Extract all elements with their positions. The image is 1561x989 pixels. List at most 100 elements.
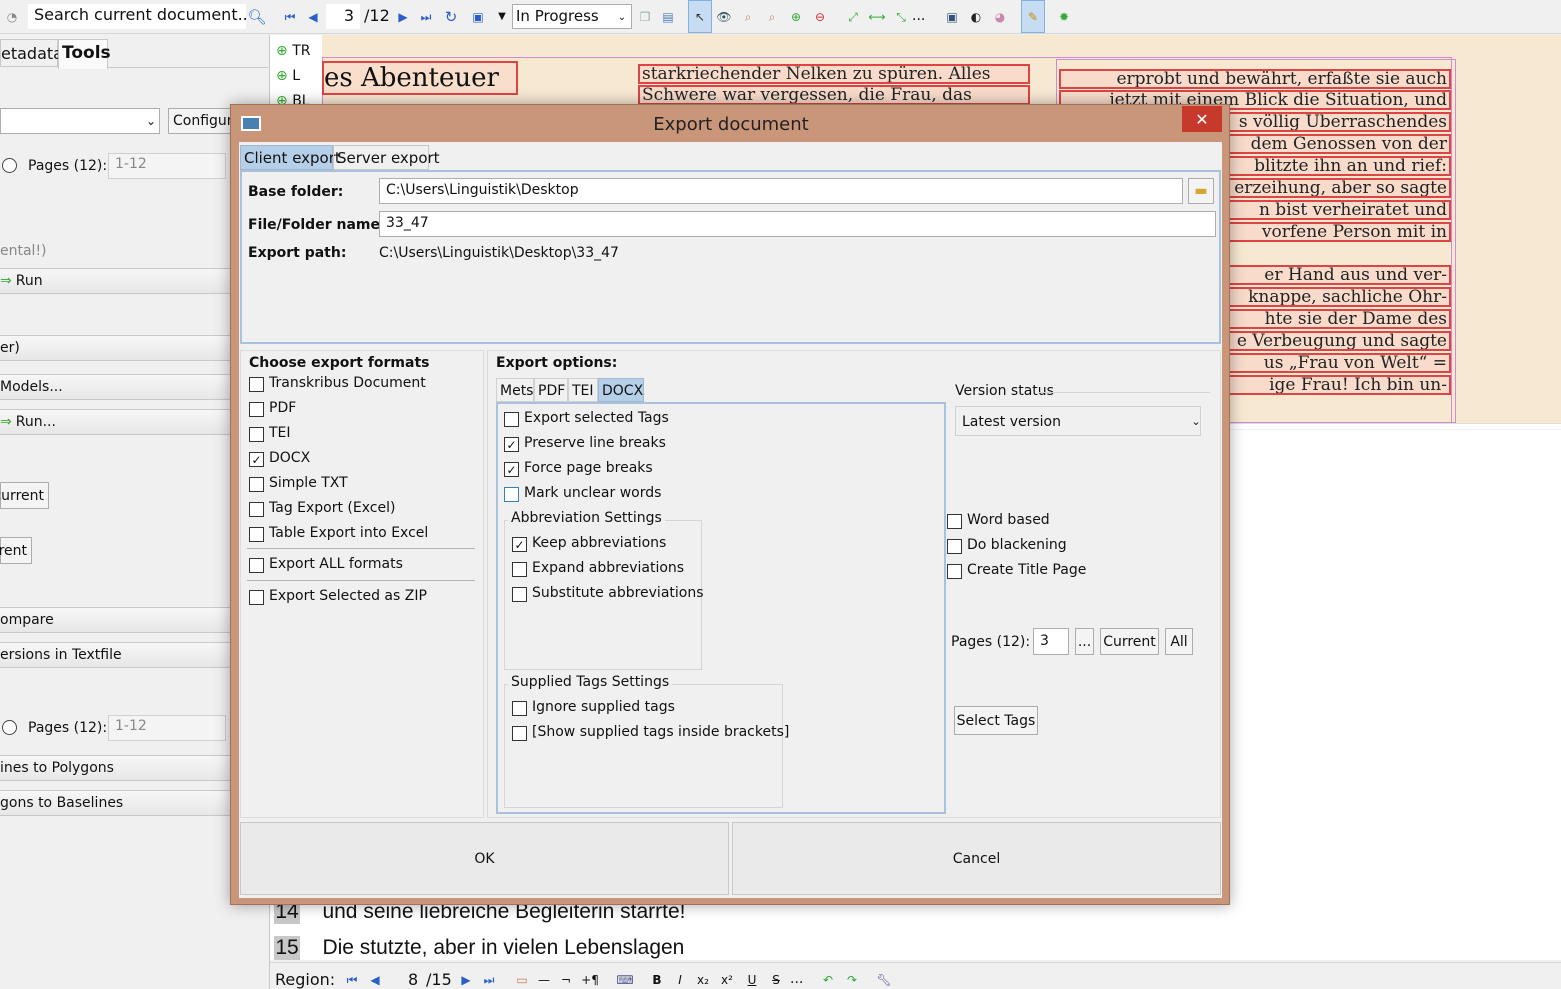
toolbar-more[interactable]: ... <box>912 8 925 24</box>
image-icon[interactable]: ▣ <box>944 9 960 25</box>
pages-field-2[interactable]: 1-12 <box>108 715 226 741</box>
subscript-icon[interactable]: x₂ <box>695 972 711 988</box>
option-checkbox[interactable] <box>504 412 519 427</box>
tab-tei[interactable]: TEI <box>568 378 598 402</box>
text-line-row[interactable]: 15 Die stutzte, aber in vielen Lebenslag… <box>274 936 684 960</box>
bold-icon[interactable]: B <box>649 972 665 988</box>
tab-docx[interactable]: DOCX <box>598 378 644 402</box>
model-select[interactable] <box>0 108 160 134</box>
er-row[interactable]: er) <box>0 335 230 361</box>
option-checkbox[interactable]: ✓ <box>504 462 519 477</box>
versions-textfile-button[interactable]: ersions in Textfile <box>0 642 230 668</box>
fit-height-icon[interactable]: ⤡ <box>893 9 909 25</box>
option-checkbox[interactable]: ✓ <box>504 437 519 452</box>
page-number-input[interactable]: 3 <box>326 4 360 29</box>
file-name-input[interactable]: 33_47 <box>379 211 1216 237</box>
format-checkbox[interactable] <box>249 402 264 417</box>
polygons-to-baselines-button[interactable]: gons to Baselines <box>0 790 230 816</box>
format-checkbox[interactable] <box>249 502 264 517</box>
wrench-icon[interactable]: 🔧︎ <box>876 972 892 988</box>
abbreviation-checkbox[interactable] <box>512 562 527 577</box>
italic-icon[interactable]: I <box>672 972 688 988</box>
contrast-icon[interactable]: ◐ <box>968 9 984 25</box>
first-page-icon[interactable]: ⏮ <box>282 9 298 25</box>
abbreviation-checkbox[interactable]: ✓ <box>512 537 527 552</box>
not-sign-icon[interactable]: ¬ <box>558 972 574 988</box>
bottom-more[interactable]: ... <box>790 971 803 987</box>
run-dots-button[interactable]: ⇒ Run... <box>0 409 230 435</box>
prev-page-icon[interactable]: ◀ <box>305 9 321 25</box>
current-button[interactable]: current <box>0 482 49 509</box>
format-checkbox[interactable] <box>249 477 264 492</box>
abbreviation-checkbox[interactable] <box>512 587 527 602</box>
copy-icon[interactable]: ❐ <box>637 9 653 25</box>
format-checkbox[interactable] <box>249 527 264 542</box>
tab-client-export[interactable]: Client export <box>240 145 341 170</box>
zoom-in-icon[interactable]: ⊕ <box>788 9 804 25</box>
current-page-button[interactable]: Current <box>1100 628 1159 655</box>
last-page-icon[interactable]: ⏭ <box>418 9 434 25</box>
browse-folder-button[interactable]: ▬ <box>1188 178 1214 204</box>
run-button[interactable]: ⇒ Run <box>0 268 230 294</box>
supplied-checkbox[interactable] <box>512 726 527 741</box>
search-icon[interactable]: 🔍︎ <box>247 9 266 25</box>
page-icon[interactable]: ▤ <box>660 9 676 25</box>
tab-mets[interactable]: Mets <box>496 378 534 402</box>
status-dropdown-icon[interactable]: ⌄ <box>614 10 630 26</box>
fit-page-icon[interactable]: ⤢ <box>845 9 861 25</box>
last-region-icon[interactable]: ⏭ <box>481 972 497 988</box>
base-folder-input[interactable]: C:\Users\Linguistik\Desktop <box>379 178 1183 204</box>
next-region-icon[interactable]: ▶ <box>458 972 474 988</box>
right-option-checkbox[interactable] <box>947 539 962 554</box>
tag-icon[interactable]: ▭ <box>514 972 530 988</box>
pages-dots-button[interactable]: ... <box>1075 628 1094 655</box>
export-all-checkbox[interactable] <box>249 558 264 573</box>
pages-radio[interactable] <box>2 158 17 173</box>
close-button[interactable]: ✕ <box>1182 106 1222 132</box>
pages-radio-2[interactable] <box>2 720 17 735</box>
compare-button[interactable]: ompare <box>0 607 230 633</box>
prev-region-icon[interactable]: ◀ <box>367 972 383 988</box>
all-pages-button[interactable]: All <box>1165 628 1193 655</box>
format-checkbox[interactable]: ✓ <box>249 452 264 467</box>
zoom-icon[interactable]: ⌕ <box>764 9 780 25</box>
superscript-icon[interactable]: x² <box>719 972 735 988</box>
save-dropdown-icon[interactable]: ▼ <box>494 9 510 25</box>
save-icon[interactable]: ▣ <box>470 9 486 25</box>
format-checkbox[interactable] <box>249 377 264 392</box>
right-option-checkbox[interactable] <box>947 564 962 579</box>
zoom-region-icon[interactable]: ⌕ <box>740 9 756 25</box>
first-region-icon[interactable]: ⏮ <box>344 972 360 988</box>
cancel-button[interactable]: Cancel <box>732 822 1221 895</box>
pages-input[interactable]: 3 <box>1033 628 1069 655</box>
option-checkbox[interactable] <box>504 487 519 502</box>
pages-field[interactable]: 1-12 <box>108 153 226 179</box>
models-button[interactable]: Models... <box>0 374 230 400</box>
tab-tools[interactable]: Tools <box>58 39 111 69</box>
dash-icon[interactable]: — <box>536 972 552 988</box>
redo-icon[interactable]: ↷ <box>844 972 860 988</box>
next-page-icon[interactable]: ▶ <box>395 9 411 25</box>
strikethrough-icon[interactable]: S <box>768 972 784 988</box>
format-checkbox[interactable] <box>249 427 264 442</box>
tab-metadata[interactable]: etadata <box>0 39 63 67</box>
pilcrow-icon[interactable]: +¶ <box>581 972 599 988</box>
tab-pdf[interactable]: PDF <box>534 378 568 402</box>
configure-button[interactable]: Configur <box>168 108 234 134</box>
supplied-checkbox[interactable] <box>512 701 527 716</box>
underline-icon[interactable]: U <box>744 972 760 988</box>
right-option-checkbox[interactable] <box>947 514 962 529</box>
zoom-out-icon[interactable]: ⊖ <box>812 9 828 25</box>
select-tags-button[interactable]: Select Tags <box>954 706 1038 735</box>
export-zip-checkbox[interactable] <box>249 590 264 605</box>
rent-button[interactable]: rent <box>0 537 32 564</box>
fit-width-icon[interactable]: ⟷ <box>868 9 885 25</box>
lines-to-polygons-button[interactable]: ines to Polygons <box>0 755 230 781</box>
layer-item-tr[interactable]: ⊕ TR <box>276 43 310 59</box>
region-page-current[interactable]: 8 <box>408 970 418 989</box>
palette-icon[interactable]: ◕ <box>992 9 1008 25</box>
search-input[interactable]: Search current document... <box>28 4 246 29</box>
ok-button[interactable]: OK <box>240 822 729 895</box>
view-icon[interactable]: 👁︎ <box>716 9 732 25</box>
undo-icon[interactable]: ↶ <box>820 972 836 988</box>
